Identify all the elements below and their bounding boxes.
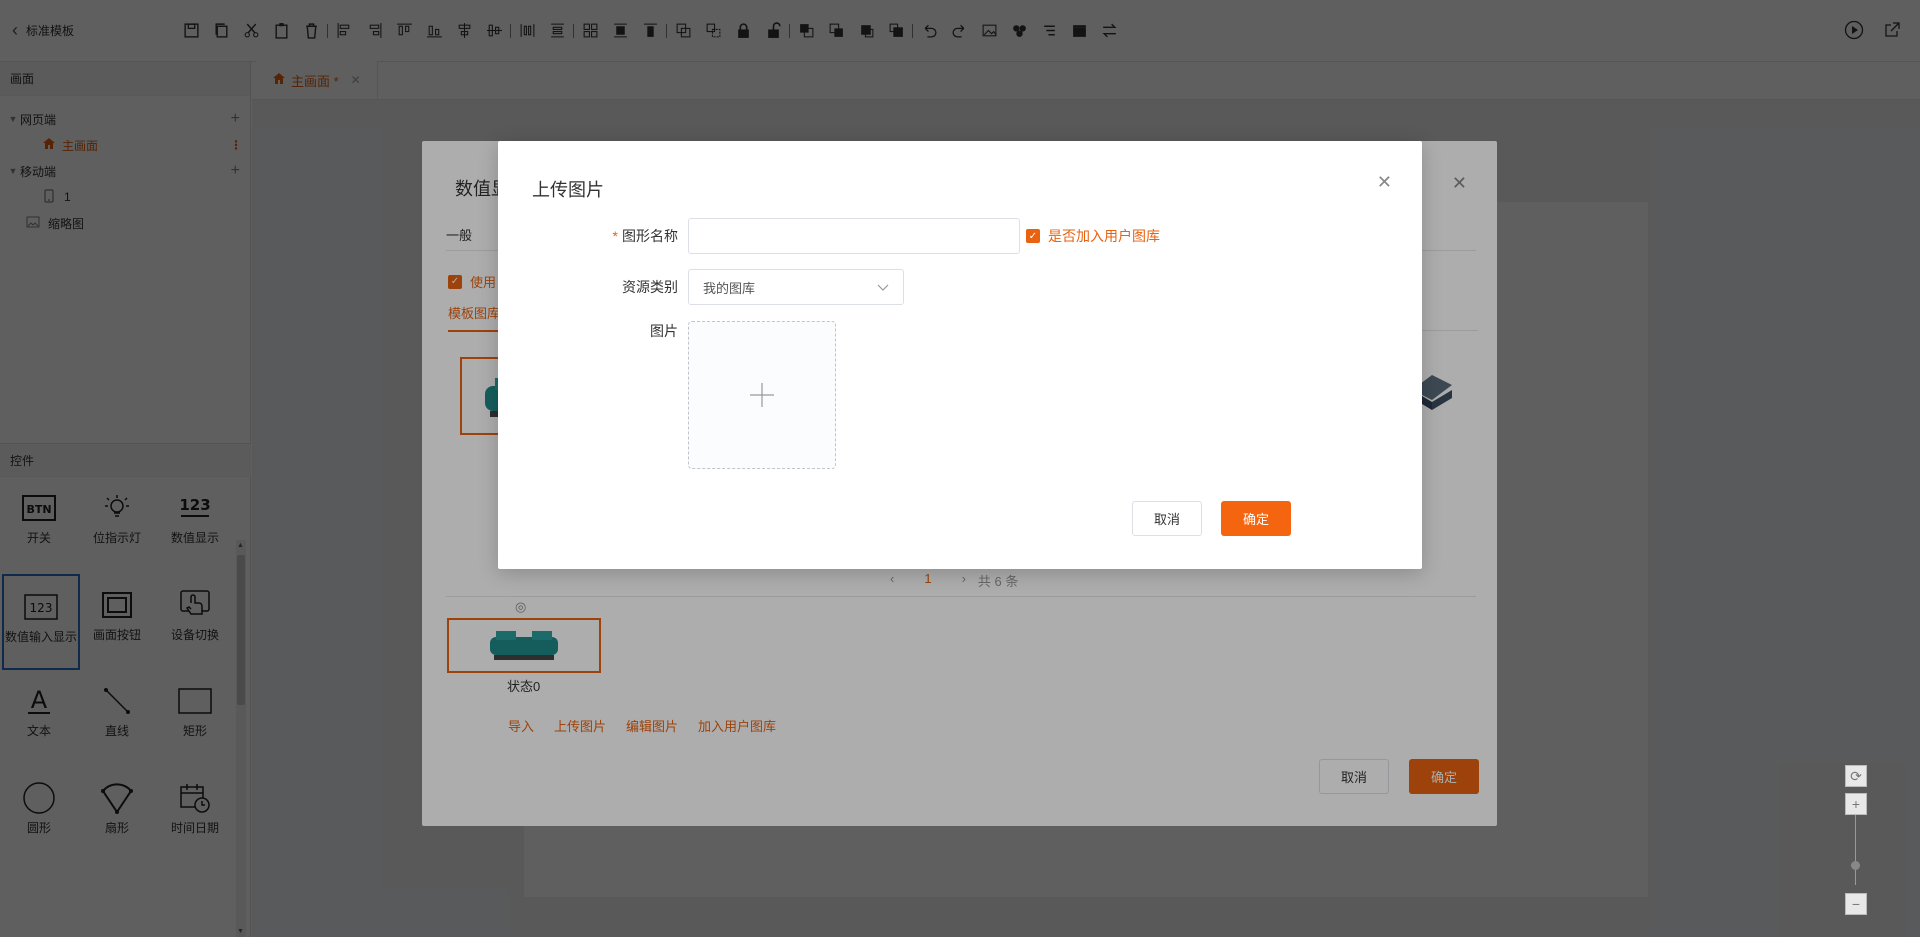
close-icon[interactable]: ✕ bbox=[1377, 172, 1392, 193]
zoom-track[interactable] bbox=[1855, 815, 1856, 885]
zoom-in-button[interactable]: + bbox=[1845, 793, 1867, 815]
name-label: 图形名称 bbox=[622, 228, 678, 244]
cancel-button[interactable]: 取消 bbox=[1132, 501, 1202, 536]
form-row-name: * 图形名称 ✓ 是否加入用户图库 bbox=[534, 218, 1160, 254]
confirm-button[interactable]: 确定 bbox=[1221, 501, 1291, 536]
field-label: 图片 bbox=[650, 323, 678, 339]
image-upload-area[interactable] bbox=[688, 321, 836, 469]
dialog-title: 上传图片 bbox=[532, 180, 604, 200]
add-to-user-lib-checkbox[interactable]: ✓ 是否加入用户图库 bbox=[1026, 226, 1160, 246]
zoom-out-button[interactable]: − bbox=[1845, 893, 1867, 915]
shape-name-input[interactable] bbox=[688, 218, 1020, 254]
required-mark: * bbox=[612, 228, 618, 244]
plus-icon bbox=[749, 373, 775, 418]
chevron-down-icon bbox=[877, 280, 889, 295]
checkbox-label: 是否加入用户图库 bbox=[1048, 228, 1160, 244]
form-row-category: 资源类别 我的图库 bbox=[534, 269, 904, 305]
field-label: 资源类别 bbox=[622, 279, 678, 295]
checkbox-icon: ✓ bbox=[1026, 229, 1040, 243]
select-value: 我的图库 bbox=[703, 280, 756, 296]
category-select[interactable]: 我的图库 bbox=[688, 269, 904, 305]
field-label: * 图形名称 bbox=[534, 226, 688, 246]
zoom-reset-icon[interactable]: ⟳ bbox=[1845, 765, 1867, 787]
zoom-slider-handle[interactable] bbox=[1851, 861, 1860, 870]
zoom-control: ⟳ + − bbox=[1845, 765, 1867, 915]
upload-image-dialog: 上传图片 ✕ * 图形名称 ✓ 是否加入用户图库 资源类别 我的图库 图片 取消 … bbox=[498, 141, 1422, 569]
form-row-image: 图片 bbox=[534, 321, 688, 341]
